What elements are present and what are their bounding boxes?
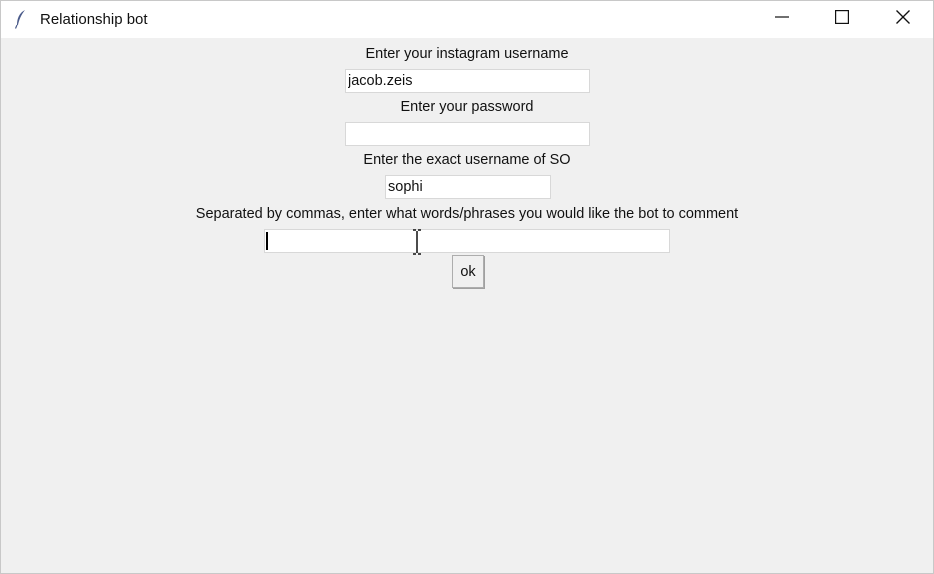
app-window: Relationship bot Enter your instagram us… <box>0 0 934 574</box>
username-label: Enter your instagram username <box>365 46 569 62</box>
close-icon <box>896 10 910 29</box>
password-input[interactable] <box>345 122 590 146</box>
close-button[interactable] <box>873 1 933 38</box>
comments-label: Separated by commas, enter what words/ph… <box>195 206 739 222</box>
ibeam-cursor-icon <box>412 229 422 260</box>
ok-button[interactable]: ok <box>452 255 484 288</box>
text-caret <box>266 232 268 250</box>
window-title: Relationship bot <box>40 11 148 28</box>
minimize-button[interactable] <box>752 1 812 38</box>
form-area: Enter your instagram username Enter your… <box>1 38 933 573</box>
username-input[interactable] <box>345 69 590 93</box>
minimize-icon <box>775 10 789 29</box>
comments-input[interactable] <box>264 229 670 253</box>
password-label: Enter your password <box>400 99 534 115</box>
maximize-icon <box>835 10 850 29</box>
so-username-label: Enter the exact username of SO <box>363 152 571 168</box>
feather-icon <box>13 9 29 29</box>
maximize-button[interactable] <box>812 1 872 38</box>
title-bar[interactable]: Relationship bot <box>1 1 933 38</box>
so-username-input[interactable] <box>385 175 551 199</box>
